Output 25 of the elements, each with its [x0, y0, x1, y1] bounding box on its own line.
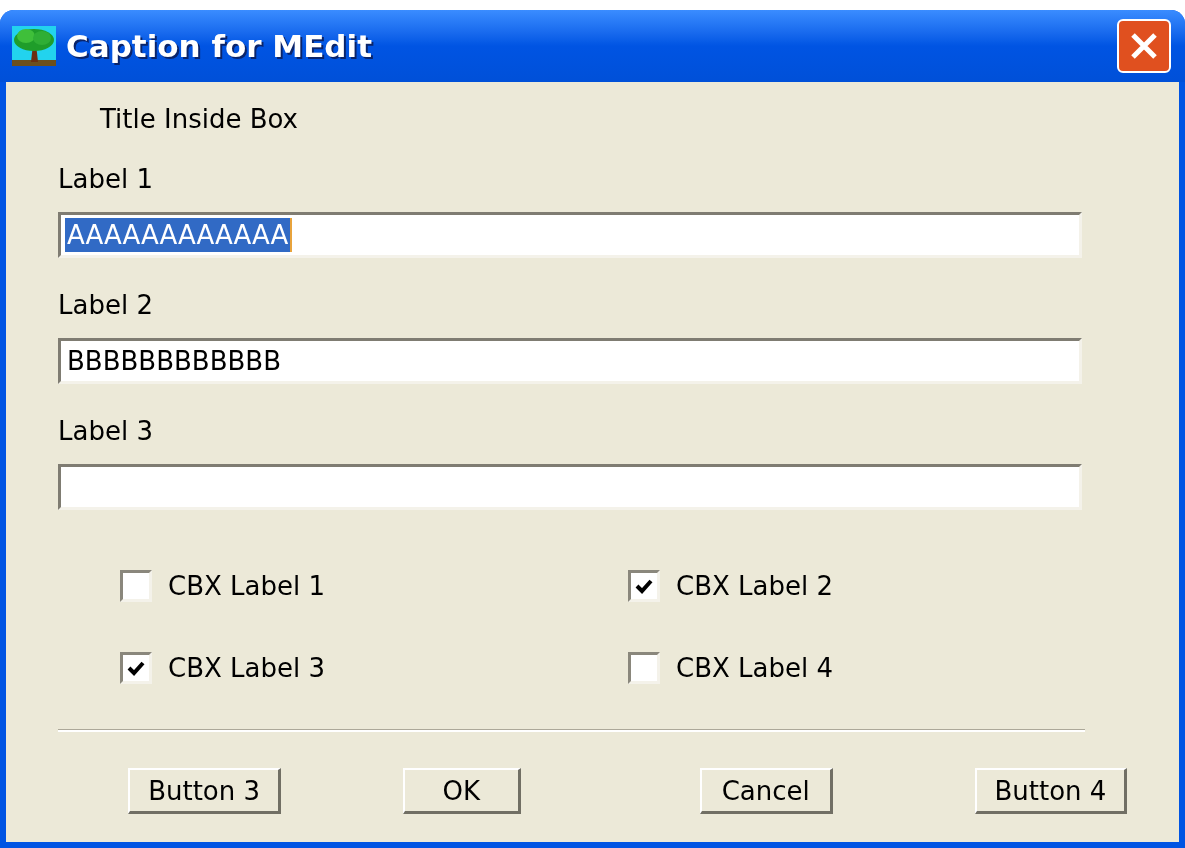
checkbox[interactable] [628, 570, 660, 602]
checkbox[interactable] [628, 652, 660, 684]
checkbox-label: CBX Label 3 [168, 655, 325, 681]
dialog-button[interactable]: Button 4 [974, 768, 1127, 814]
checkbox[interactable] [120, 570, 152, 602]
text-field[interactable] [58, 464, 1082, 510]
field-label: Label 3 [58, 418, 154, 444]
text-field[interactable]: AAAAAAAAAAAA [58, 212, 1082, 258]
close-icon [1129, 31, 1159, 61]
checkbox-label: CBX Label 2 [676, 573, 833, 599]
field-label: Label 1 [58, 166, 154, 192]
tree-icon [12, 26, 56, 66]
dialog-button[interactable]: OK [403, 768, 521, 814]
dialog-button[interactable]: Cancel [699, 768, 833, 814]
checkbox-label: CBX Label 4 [676, 655, 833, 681]
close-button[interactable] [1117, 19, 1171, 73]
checkbox[interactable] [120, 652, 152, 684]
window-title: Caption for MEdit [66, 30, 372, 62]
box-title: Title Inside Box [100, 106, 299, 132]
checkbox-label: CBX Label 1 [168, 573, 325, 599]
checkmark-icon [635, 578, 653, 594]
checkmark-icon [127, 660, 145, 676]
field-label: Label 2 [58, 292, 154, 318]
text-field[interactable]: BBBBBBBBBBBB [58, 338, 1082, 384]
dialog-button[interactable]: Button 3 [128, 768, 282, 814]
